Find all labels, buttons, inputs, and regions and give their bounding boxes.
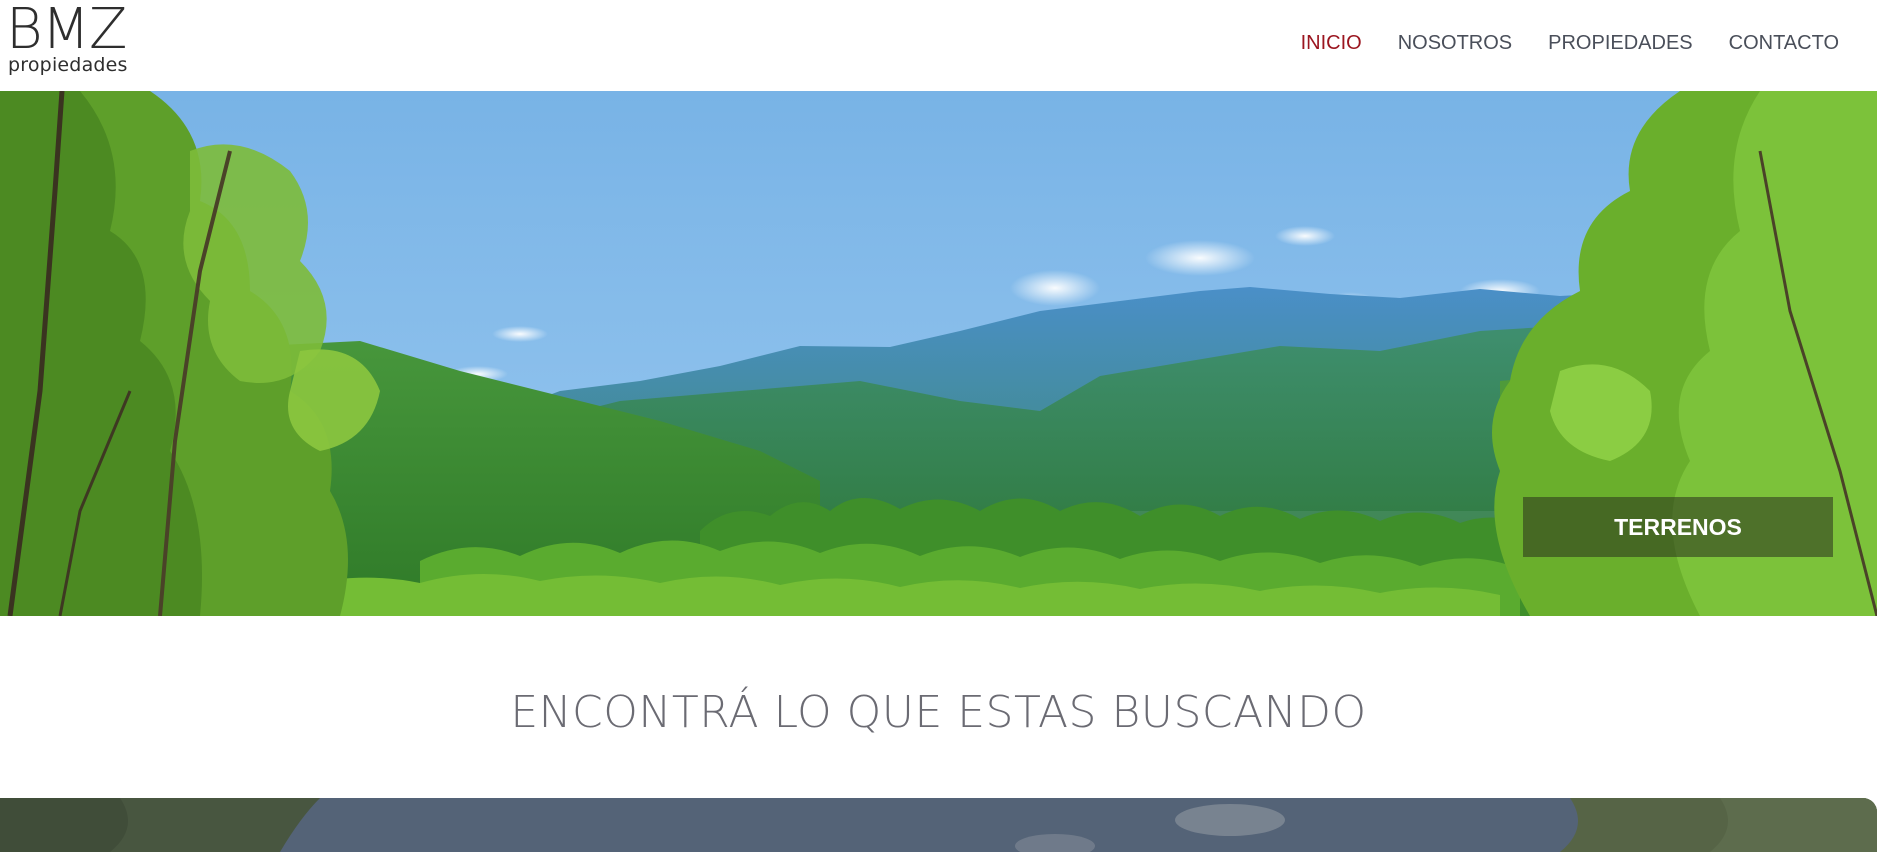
main-nav: INICIO NOSOTROS PROPIEDADES CONTACTO — [1265, 30, 1839, 60]
logo-wordmark: BMZ — [6, 0, 127, 62]
banner-landscape-image — [0, 798, 1877, 852]
nav-item-inicio[interactable]: INICIO — [1301, 30, 1362, 60]
brand-logo[interactable]: BMZ propiedades — [6, 2, 136, 80]
terrenos-category-button[interactable]: TERRENOS — [1523, 497, 1833, 557]
hero-banner: TERRENOS — [0, 91, 1877, 616]
nav-item-nosotros[interactable]: NOSOTROS — [1398, 30, 1512, 60]
site-header: BMZ propiedades INICIO NOSOTROS PROPIEDA… — [0, 0, 1877, 91]
nav-item-contacto[interactable]: CONTACTO — [1729, 30, 1839, 60]
nav-item-propiedades[interactable]: PROPIEDADES — [1548, 30, 1692, 60]
logo-tagline: propiedades — [8, 54, 128, 76]
section-title: ENCONTRÁ LO QUE ESTAS BUSCANDO — [510, 687, 1367, 738]
property-banner-image[interactable] — [0, 798, 1877, 852]
